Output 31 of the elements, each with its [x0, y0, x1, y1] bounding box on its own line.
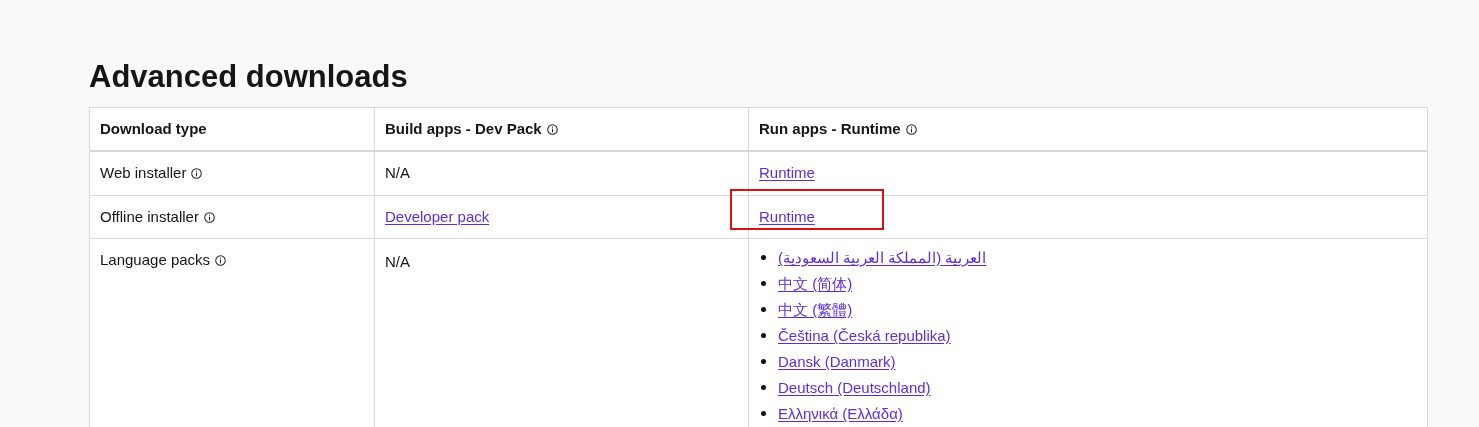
row-label: Web installer [100, 163, 187, 184]
bullet-icon [761, 411, 766, 416]
download-link[interactable]: Runtime [759, 207, 815, 225]
language-link[interactable]: Čeština (Česká republika) [778, 326, 951, 345]
info-icon[interactable] [191, 168, 203, 179]
info-icon[interactable] [203, 211, 215, 223]
language-link[interactable]: 中文 (简体) [778, 274, 853, 293]
language-link[interactable]: Ελληνικά (Ελλάδα) [778, 404, 903, 423]
download-link[interactable]: Runtime [759, 164, 815, 182]
language-link[interactable]: Deutsch (Deutschland) [778, 378, 931, 397]
page-heading: Advanced downloads [89, 58, 409, 96]
bullet-icon [761, 307, 766, 312]
row-label: Language packs [100, 250, 211, 271]
info-icon[interactable] [215, 255, 227, 266]
language-link[interactable]: Dansk (Danmark) [778, 352, 896, 371]
language-link[interactable]: العربية (المملكة العربية السعودية) [778, 248, 987, 267]
column-header: Download type [100, 118, 207, 139]
language-link[interactable]: 中文 (繁體) [778, 300, 853, 319]
info-icon[interactable] [905, 123, 917, 135]
column-header: Run apps - Runtime [759, 118, 901, 139]
bullet-icon [761, 255, 766, 260]
bullet-icon [761, 385, 766, 390]
download-link[interactable]: Developer pack [385, 207, 490, 225]
bullet-icon [761, 359, 766, 364]
bullet-icon [761, 333, 766, 338]
info-icon[interactable] [546, 123, 558, 135]
cell-text: N/A [385, 163, 410, 184]
column-header: Build apps - Dev Pack [385, 118, 542, 139]
bullet-icon [761, 281, 766, 286]
row-label: Offline installer [100, 206, 199, 227]
cell-text: N/A [385, 252, 410, 272]
